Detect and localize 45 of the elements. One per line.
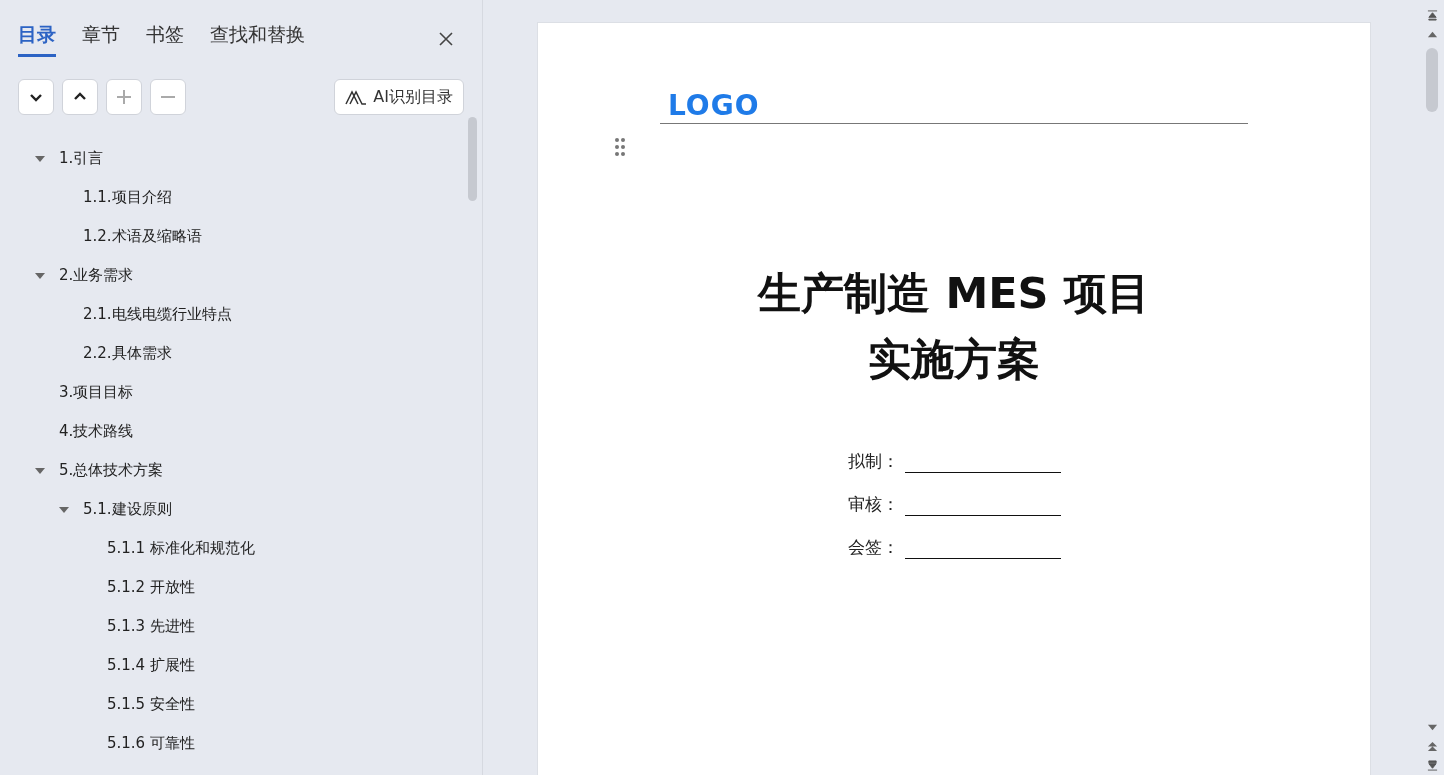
collapse-button[interactable] [18, 79, 54, 115]
sidebar-tab[interactable]: 查找和替换 [210, 20, 305, 57]
ai-icon [345, 89, 368, 105]
outline-item[interactable]: 2.2.具体需求 [83, 344, 172, 363]
outline-item[interactable]: 5.1.1 标准化和规范化 [107, 539, 255, 558]
minus-icon [160, 96, 176, 98]
header-logo: LOGO [668, 89, 760, 123]
drag-handle-icon[interactable] [614, 137, 626, 157]
outline-item[interactable]: 1.2.术语及缩略语 [83, 227, 202, 246]
scroll-down-icon[interactable] [1426, 722, 1438, 733]
plus-icon [116, 89, 132, 105]
outline-item[interactable]: 3.项目目标 [59, 383, 134, 402]
scrollbar-thumb[interactable] [1426, 48, 1438, 112]
outline-item[interactable]: 5.1.2 开放性 [107, 578, 195, 597]
scrollbar-thumb[interactable] [468, 117, 477, 201]
expand-arrow-icon[interactable] [35, 270, 45, 281]
signature-label: 会签： [847, 536, 899, 559]
previous-page-icon[interactable] [1426, 10, 1438, 21]
scroll-up-icon[interactable] [1426, 29, 1438, 40]
document-title: 实施方案 [868, 333, 1040, 386]
outline-item[interactable]: 5.1.5 安全性 [107, 695, 195, 714]
outline-item[interactable]: 5.总体技术方案 [59, 461, 164, 480]
signature-label: 审核： [847, 493, 899, 516]
outline-item[interactable]: 4.技术路线 [59, 422, 134, 441]
document-title: 生产制造 MES 项目 [758, 267, 1150, 320]
outline-item[interactable]: 2.业务需求 [59, 266, 134, 285]
close-icon[interactable] [438, 30, 454, 47]
outline-item[interactable]: 2.1.电线电缆行业特点 [83, 305, 232, 324]
outline-item[interactable]: 5.1.3 先进性 [107, 617, 195, 636]
double-up-arrow-icon[interactable] [1426, 741, 1438, 752]
outline-item[interactable]: 5.1.4 扩展性 [107, 656, 195, 675]
outline-item[interactable]: 1.引言 [59, 149, 104, 168]
next-page-icon[interactable] [1426, 760, 1438, 771]
ai-toc-button[interactable]: AI识别目录 [334, 79, 464, 115]
outline-item[interactable]: 1.1.项目介绍 [83, 188, 172, 207]
outline-item[interactable]: 5.1.6 可靠性 [107, 734, 195, 753]
sidebar-tab[interactable]: 书签 [146, 20, 184, 57]
expand-arrow-icon[interactable] [59, 504, 69, 515]
expand-arrow-icon[interactable] [35, 465, 45, 476]
expand-button[interactable] [62, 79, 98, 115]
outline-item[interactable]: 5.1.建设原则 [83, 500, 172, 519]
sidebar-tab[interactable]: 目录 [18, 20, 56, 57]
expand-arrow-icon[interactable] [35, 153, 45, 164]
signature-label: 拟制： [847, 450, 899, 473]
sidebar-tab[interactable]: 章节 [82, 20, 120, 57]
